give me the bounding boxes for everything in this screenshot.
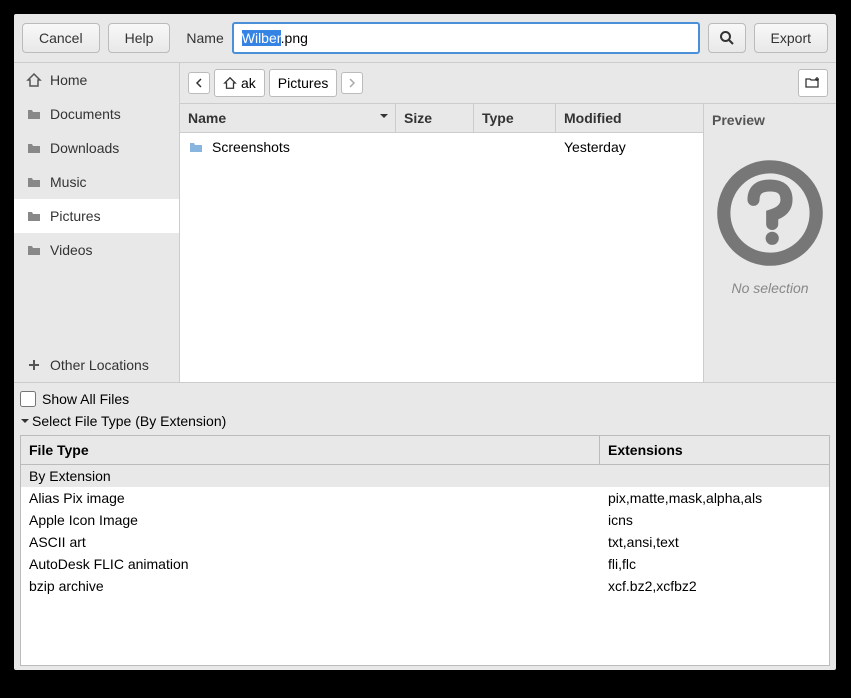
column-name[interactable]: Name	[180, 104, 396, 132]
type-row[interactable]: By Extension	[21, 465, 829, 487]
type-cell-extensions	[600, 465, 829, 487]
sidebar-item-label: Music	[50, 174, 87, 190]
select-file-type-expander[interactable]: Select File Type (By Extension)	[20, 411, 830, 431]
sidebar-item-pictures[interactable]: Pictures	[14, 199, 179, 233]
column-modified[interactable]: Modified	[556, 104, 703, 132]
bottom-panel: Show All Files Select File Type (By Exte…	[14, 383, 836, 670]
type-column-filetype[interactable]: File Type	[21, 436, 600, 464]
new-folder-button[interactable]	[798, 69, 828, 97]
folder-icon	[26, 106, 42, 122]
search-icon	[719, 30, 735, 46]
sidebar-item-other-locations[interactable]: Other Locations	[14, 348, 179, 382]
file-name: Screenshots	[212, 139, 290, 155]
type-cell-extensions: xcf.bz2,xcfbz2	[600, 575, 829, 597]
chevron-down-icon	[20, 417, 30, 425]
type-cell-filetype: By Extension	[21, 465, 600, 487]
home-icon	[26, 72, 42, 88]
sidebar-item-home[interactable]: Home	[14, 63, 179, 97]
folder-icon	[26, 208, 42, 224]
question-icon	[715, 158, 825, 268]
sidebar-item-downloads[interactable]: Downloads	[14, 131, 179, 165]
type-cell-filetype: bzip archive	[21, 575, 600, 597]
folder-icon	[26, 242, 42, 258]
folder-icon	[26, 174, 42, 190]
type-cell-filetype: ASCII art	[21, 531, 600, 553]
type-cell-extensions: icns	[600, 509, 829, 531]
new-folder-icon	[805, 75, 821, 91]
plus-icon	[26, 357, 42, 373]
path-bar: ak Pictures	[180, 63, 836, 103]
sidebar-item-label: Documents	[50, 106, 121, 122]
show-all-files-checkbox[interactable]: Show All Files	[20, 387, 830, 411]
sidebar-item-label: Downloads	[50, 140, 119, 156]
sort-desc-icon	[379, 113, 389, 119]
sidebar-item-label: Pictures	[50, 208, 101, 224]
name-label: Name	[186, 30, 223, 46]
chevron-left-icon	[195, 78, 203, 88]
sidebar-item-label: Other Locations	[50, 357, 149, 373]
file-row[interactable]: Screenshots Yesterday	[180, 133, 703, 161]
column-headers: Name Size Type Modified	[180, 104, 703, 133]
path-back-button[interactable]	[188, 72, 210, 94]
type-cell-extensions: pix,matte,mask,alpha,als	[600, 487, 829, 509]
path-segment-home[interactable]: ak	[214, 69, 265, 97]
no-selection-label: No selection	[731, 280, 808, 296]
type-cell-filetype: AutoDesk FLIC animation	[21, 553, 600, 575]
type-cell-extensions: txt,ansi,text	[600, 531, 829, 553]
column-size[interactable]: Size	[396, 104, 474, 132]
file-list: Screenshots Yesterday	[180, 133, 703, 382]
file-modified: Yesterday	[564, 139, 695, 155]
preview-panel: Preview No selection	[703, 103, 836, 382]
export-button[interactable]: Export	[754, 23, 828, 53]
help-button[interactable]: Help	[108, 23, 171, 53]
sidebar-item-label: Videos	[50, 242, 93, 258]
type-cell-extensions: fli,flc	[600, 553, 829, 575]
type-cell-filetype: Apple Icon Image	[21, 509, 600, 531]
filename-input[interactable]: Wilber.png	[232, 22, 700, 54]
preview-label: Preview	[712, 112, 765, 128]
sidebar-item-documents[interactable]: Documents	[14, 97, 179, 131]
type-row[interactable]: ASCII arttxt,ansi,text	[21, 531, 829, 553]
cancel-button[interactable]: Cancel	[22, 23, 100, 53]
sidebar-item-label: Home	[50, 72, 87, 88]
path-forward-button[interactable]	[341, 72, 363, 94]
folder-icon	[188, 139, 204, 155]
type-row[interactable]: AutoDesk FLIC animationfli,flc	[21, 553, 829, 575]
column-type[interactable]: Type	[474, 104, 556, 132]
sidebar-item-music[interactable]: Music	[14, 165, 179, 199]
type-column-extensions[interactable]: Extensions	[600, 436, 829, 464]
sidebar-item-videos[interactable]: Videos	[14, 233, 179, 267]
chevron-right-icon	[348, 78, 356, 88]
sidebar: Home Documents Downloads Music Pictures …	[14, 63, 180, 382]
home-icon	[223, 76, 237, 90]
folder-icon	[26, 140, 42, 156]
show-all-checkbox-input[interactable]	[20, 391, 36, 407]
type-row[interactable]: Apple Icon Imageicns	[21, 509, 829, 531]
file-type-table: File Type Extensions By ExtensionAlias P…	[20, 435, 830, 666]
path-segment-pictures[interactable]: Pictures	[269, 69, 338, 97]
toolbar: Cancel Help Name Wilber.png Export	[14, 14, 836, 63]
type-row[interactable]: Alias Pix imagepix,matte,mask,alpha,als	[21, 487, 829, 509]
type-cell-filetype: Alias Pix image	[21, 487, 600, 509]
type-row[interactable]: bzip archivexcf.bz2,xcfbz2	[21, 575, 829, 597]
search-button[interactable]	[708, 23, 746, 53]
